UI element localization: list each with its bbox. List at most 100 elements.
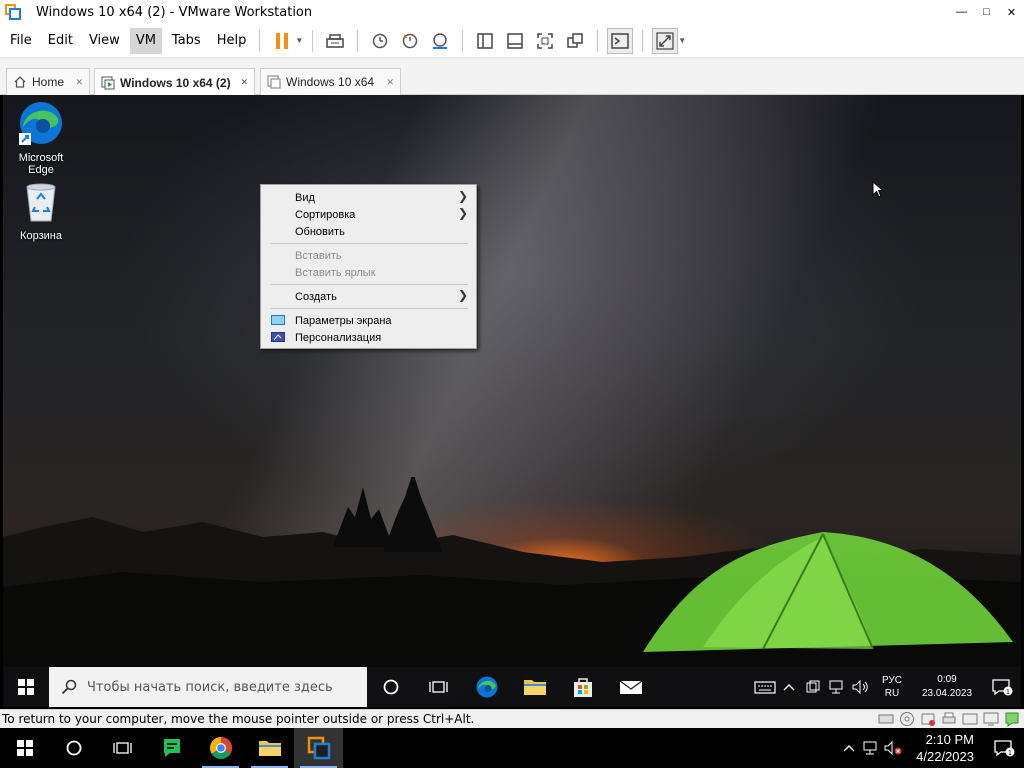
context-menu-display-settings-label: Параметры экрана — [295, 314, 392, 327]
maximize-button[interactable]: □ — [974, 0, 999, 24]
context-menu-display-settings[interactable]: Параметры экрана — [261, 312, 476, 329]
guest-language-indicator[interactable]: РУС RU — [877, 674, 907, 700]
toolbar-separator — [357, 29, 359, 52]
host-taskbar: 2:10 PM 4/22/2023 1 — [0, 728, 1024, 768]
speaker-muted-icon — [884, 741, 902, 755]
guest-cortana-button[interactable] — [367, 667, 415, 707]
guest-start-button[interactable] — [3, 667, 49, 707]
minimize-button[interactable]: — — [949, 0, 974, 24]
guest-taskbar-mail[interactable] — [607, 667, 655, 707]
message-log-icon[interactable] — [1004, 711, 1020, 727]
guest-tray-keyboard[interactable] — [753, 680, 777, 694]
context-menu-paste-shortcut-label: Вставить ярлык — [295, 266, 376, 279]
context-menu-separator — [271, 308, 468, 309]
tab-windows-10-x64-2[interactable]: Windows 10 x64 (2) ✕ — [94, 68, 255, 96]
console-view-button[interactable] — [607, 27, 634, 54]
pause-icon — [276, 32, 289, 49]
unity-windows-icon — [567, 32, 584, 48]
guest-taskbar-store[interactable] — [559, 667, 607, 707]
host-taskbar-vmware[interactable] — [294, 728, 343, 768]
host-task-view-button[interactable] — [98, 728, 147, 768]
notification-icon: 1 — [992, 679, 1013, 696]
guest-action-center[interactable]: 1 — [983, 678, 1021, 696]
context-menu-view-label: Вид — [295, 191, 315, 204]
status-message: To return to your computer, move the mou… — [2, 712, 475, 726]
menu-file[interactable]: File — [4, 28, 38, 54]
menu-vm[interactable]: VM — [129, 27, 162, 54]
guest-taskbar-edge[interactable] — [463, 667, 511, 707]
guest-tray-network[interactable] — [825, 680, 849, 694]
menu-help[interactable]: Help — [211, 28, 253, 54]
host-tray-show-hidden[interactable] — [838, 744, 860, 752]
menu-view[interactable]: View — [83, 28, 126, 54]
snapshot-button[interactable] — [367, 28, 393, 54]
guest-system-tray: РУС RU 0:09 23.04.2023 1 — [753, 667, 1021, 707]
snapshot-manager-button[interactable] — [427, 28, 453, 54]
vm-running-icon — [101, 76, 115, 89]
wallpaper-landscape — [3, 477, 1021, 667]
printer-icon[interactable] — [941, 711, 957, 727]
display-device-icon[interactable] — [983, 711, 999, 727]
mouse-cursor-icon — [872, 181, 884, 198]
context-menu-sort-label: Сортировка — [295, 208, 356, 221]
host-tray-network[interactable] — [860, 741, 882, 755]
menu-tabs[interactable]: Tabs — [166, 28, 207, 54]
send-ctrl-alt-del-button[interactable] — [322, 28, 348, 54]
desktop-icon-edge[interactable]: Microsoft Edge — [5, 99, 77, 176]
tab-active-close-icon[interactable]: ✕ — [240, 77, 248, 88]
unity-button[interactable] — [562, 28, 588, 54]
stretch-dropdown-icon[interactable]: ▼ — [678, 36, 686, 45]
notification-icon: 1 — [994, 740, 1015, 757]
host-taskbar-chat-app[interactable] — [147, 728, 196, 768]
context-menu-separator — [271, 284, 468, 285]
usb-device-icon[interactable] — [920, 711, 936, 727]
guest-tray-vmware-tools[interactable] — [801, 680, 825, 694]
tab-home[interactable]: Home ✕ — [6, 68, 90, 95]
stretch-guest-button[interactable] — [652, 27, 679, 54]
close-button[interactable]: ✕ — [999, 0, 1024, 24]
guest-taskbar-file-explorer[interactable] — [511, 667, 559, 707]
host-clock[interactable]: 2:10 PM 4/22/2023 — [904, 731, 984, 765]
revert-snapshot-button[interactable] — [397, 28, 423, 54]
power-dropdown-icon[interactable]: ▼ — [295, 36, 303, 45]
edge-icon — [476, 676, 498, 698]
host-start-button[interactable] — [0, 728, 49, 768]
show-library-button[interactable] — [472, 28, 498, 54]
context-menu-refresh[interactable]: Обновить — [261, 223, 476, 240]
host-tray-volume-muted[interactable] — [882, 741, 904, 755]
menu-edit[interactable]: Edit — [42, 28, 79, 54]
show-thumbnail-bar-button[interactable] — [502, 28, 528, 54]
context-menu-sort[interactable]: Сортировка ❯ — [261, 206, 476, 223]
context-menu-new[interactable]: Создать ❯ — [261, 288, 476, 305]
host-action-center[interactable]: 1 — [984, 739, 1024, 757]
chrome-icon — [209, 737, 232, 759]
tab-home-close-icon[interactable]: ✕ — [75, 77, 83, 88]
desktop-icon-recycle-bin[interactable]: Корзина — [5, 177, 77, 242]
toolbar-separator — [642, 29, 644, 52]
host-search-button[interactable] — [49, 728, 98, 768]
cortana-circle-icon — [66, 740, 81, 756]
guest-date: 23.04.2023 — [921, 688, 973, 699]
recycle-bin-icon — [26, 183, 56, 222]
windows-logo-icon — [16, 740, 33, 756]
hard-disk-icon[interactable] — [878, 711, 894, 727]
desktop-icon-recycle-label: Корзина — [20, 230, 62, 242]
guest-task-view-button[interactable] — [415, 667, 463, 707]
guest-desktop[interactable]: Microsoft Edge Корзина Вид ❯ Сортировка … — [3, 95, 1021, 707]
stretch-icon — [656, 31, 674, 50]
guest-clock[interactable]: 0:09 23.04.2023 — [911, 673, 983, 701]
host-taskbar-file-explorer[interactable] — [245, 728, 294, 768]
context-menu-view[interactable]: Вид ❯ — [261, 189, 476, 206]
guest-tray-volume[interactable] — [849, 680, 873, 694]
toolbar-separator — [462, 29, 464, 52]
host-taskbar-chrome[interactable] — [196, 728, 245, 768]
tab-windows-10-x64[interactable]: Windows 10 x64 ✕ — [260, 68, 401, 95]
context-menu-personalize[interactable]: Персонализация — [261, 329, 476, 346]
guest-tray-show-hidden[interactable] — [777, 683, 801, 691]
guest-search-box[interactable]: Чтобы начать поиск, введите здесь — [49, 667, 367, 707]
tab-other-close-icon[interactable]: ✕ — [386, 77, 394, 88]
cd-rom-icon[interactable] — [899, 711, 915, 727]
full-screen-button[interactable] — [532, 28, 558, 54]
suspend-button[interactable] — [269, 28, 295, 54]
sound-card-icon[interactable] — [962, 711, 978, 727]
